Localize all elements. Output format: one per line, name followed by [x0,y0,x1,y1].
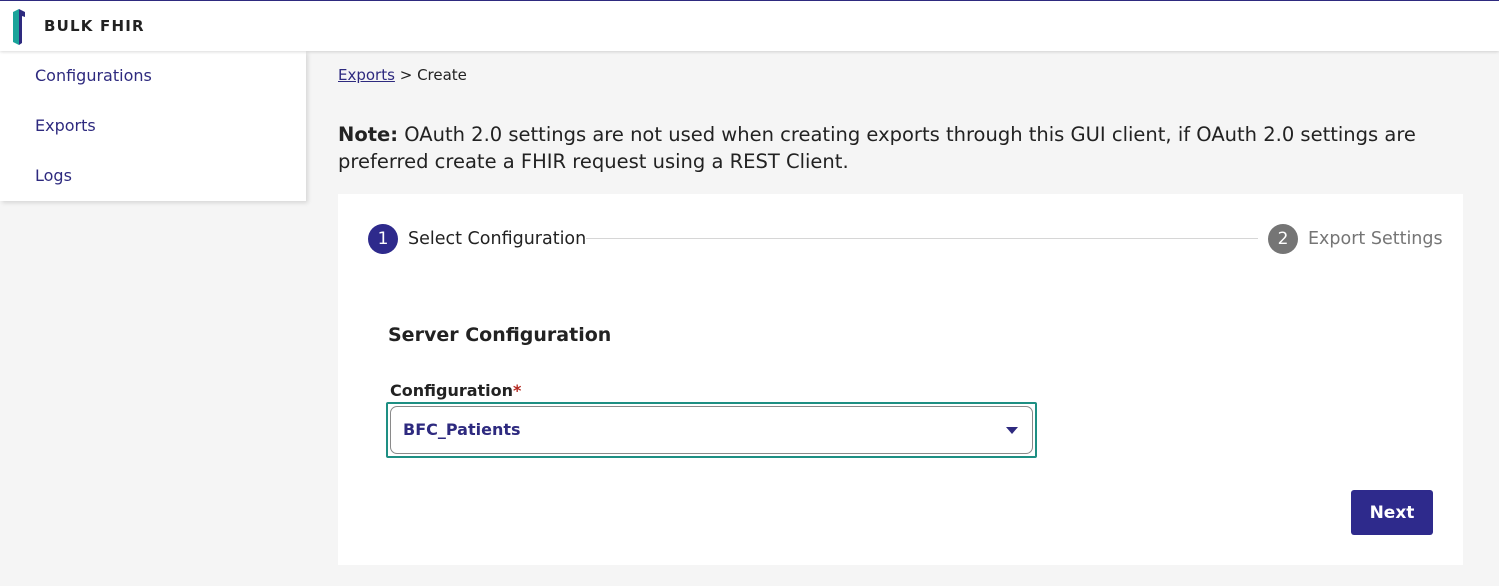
sidebar-item-configurations[interactable]: Configurations [35,66,152,85]
oauth-note: Note: OAuth 2.0 settings are not used wh… [338,121,1478,175]
note-text: OAuth 2.0 settings are not used when cre… [338,123,1416,173]
breadcrumb-separator: > [399,66,413,84]
configuration-select[interactable]: BFC_Patients [390,406,1033,454]
breadcrumb: Exports > Create [338,66,467,84]
caret-down-icon[interactable] [1006,427,1018,434]
configuration-select-value: BFC_Patients [403,420,521,439]
configuration-select-focus-ring: BFC_Patients [386,402,1037,458]
export-wizard-card: 1 Select Configuration 2 Export Settings… [338,194,1463,565]
app-title: BULK FHIR [44,17,145,35]
step-2-circle: 2 [1268,224,1298,254]
breadcrumb-exports-link[interactable]: Exports [338,66,395,84]
step-1-label: Select Configuration [408,229,587,249]
sidebar: Configurations Exports Logs [0,51,306,201]
sidebar-item-exports[interactable]: Exports [35,116,96,135]
note-prefix: Note: [338,123,399,146]
step-2-label: Export Settings [1308,229,1443,249]
configuration-field-label: Configuration* [390,381,521,400]
stepper-connector [586,238,1258,239]
bulk-fhir-logo-icon [13,9,25,45]
app-header: BULK FHIR [0,0,1499,51]
step-1-circle: 1 [368,224,398,254]
sidebar-item-logs[interactable]: Logs [35,166,72,185]
configuration-label-text: Configuration [390,381,514,400]
required-asterisk: * [513,381,522,400]
breadcrumb-current: Create [417,66,467,84]
next-button[interactable]: Next [1351,490,1433,535]
section-title: Server Configuration [388,324,612,346]
